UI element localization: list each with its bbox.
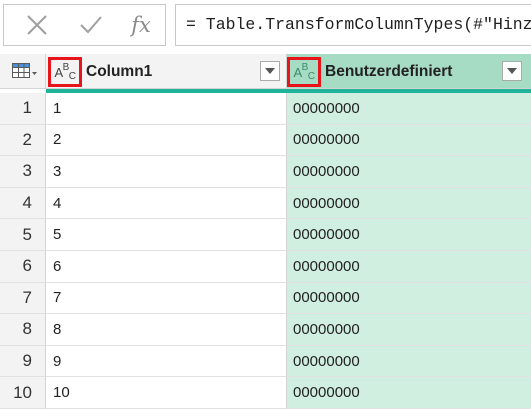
chevron-down-icon [507, 68, 517, 74]
row-number[interactable]: 4 [0, 187, 46, 220]
formula-bar: fx = Table.TransformColumnTypes(#"Hinz [0, 0, 531, 52]
column-name: Benutzerdefiniert [325, 63, 453, 80]
cell-benutzerdefiniert[interactable]: 00000000 [287, 282, 531, 315]
cell-column1[interactable]: 2 [46, 124, 287, 157]
table-row[interactable]: 2 2 00000000 [0, 124, 531, 157]
table-row[interactable]: 7 7 00000000 [0, 282, 531, 315]
cell-benutzerdefiniert[interactable]: 00000000 [287, 187, 531, 220]
chevron-down-icon [265, 68, 275, 74]
row-number[interactable]: 8 [0, 314, 46, 346]
cell-column1[interactable]: 9 [46, 345, 287, 378]
row-number[interactable]: 3 [0, 156, 46, 188]
fx-label: fx [131, 13, 151, 37]
cell-column1[interactable]: 6 [46, 251, 287, 283]
table-row[interactable]: 8 8 00000000 [0, 314, 531, 346]
header-row: ABC Column1 ABC Benutzerdefiniert [0, 54, 531, 93]
cell-column1[interactable]: 10 [46, 377, 287, 409]
row-number[interactable]: 9 [0, 345, 46, 378]
row-number[interactable]: 2 [0, 124, 46, 157]
cell-benutzerdefiniert[interactable]: 00000000 [287, 156, 531, 188]
fx-button[interactable]: fx [116, 5, 166, 45]
cell-benutzerdefiniert[interactable]: 00000000 [287, 377, 531, 409]
formula-input[interactable]: = Table.TransformColumnTypes(#"Hinz [175, 4, 531, 46]
cell-benutzerdefiniert[interactable]: 00000000 [287, 314, 531, 346]
x-icon [27, 15, 47, 35]
cell-column1[interactable]: 3 [46, 156, 287, 188]
cell-column1[interactable]: 1 [46, 93, 287, 125]
table-row[interactable]: 3 3 00000000 [0, 156, 531, 188]
column-name: Column1 [86, 63, 153, 80]
table-row[interactable]: 6 6 00000000 [0, 251, 531, 283]
filter-dropdown-button[interactable] [260, 61, 280, 81]
table-row[interactable]: 9 9 00000000 [0, 345, 531, 378]
column-header-benutzerdefiniert[interactable]: ABC Benutzerdefiniert [287, 54, 531, 89]
formula-bar-buttons: fx [3, 4, 166, 46]
check-icon [80, 16, 102, 34]
cancel-button[interactable] [12, 5, 62, 45]
row-number[interactable]: 6 [0, 251, 46, 283]
text-type-icon[interactable]: ABC [48, 57, 82, 87]
commit-button[interactable] [66, 5, 116, 45]
cell-benutzerdefiniert[interactable]: 00000000 [287, 93, 531, 125]
table-row[interactable]: 1 1 00000000 [0, 93, 531, 125]
row-number[interactable]: 7 [0, 282, 46, 315]
text-type-icon[interactable]: ABC [287, 57, 321, 87]
table-row[interactable]: 5 5 00000000 [0, 219, 531, 251]
cell-benutzerdefiniert[interactable]: 00000000 [287, 345, 531, 378]
row-number[interactable]: 10 [0, 377, 46, 409]
column-header-column1[interactable]: ABC Column1 [46, 54, 287, 89]
cell-benutzerdefiniert[interactable]: 00000000 [287, 124, 531, 157]
cell-benutzerdefiniert[interactable]: 00000000 [287, 251, 531, 283]
filter-dropdown-button[interactable] [502, 61, 522, 81]
table-row[interactable]: 10 10 00000000 [0, 377, 531, 409]
cell-column1[interactable]: 7 [46, 282, 287, 315]
row-number[interactable]: 5 [0, 219, 46, 251]
cell-column1[interactable]: 5 [46, 219, 287, 251]
cell-column1[interactable]: 8 [46, 314, 287, 346]
cell-column1[interactable]: 4 [46, 187, 287, 220]
table-icon [12, 63, 37, 78]
table-row[interactable]: 4 4 00000000 [0, 187, 531, 220]
data-preview-grid: ABC Column1 ABC Benutzerdefiniert 1 1 0000… [0, 54, 531, 409]
cell-benutzerdefiniert[interactable]: 00000000 [287, 219, 531, 251]
row-number[interactable]: 1 [0, 93, 46, 125]
table-menu-button[interactable] [0, 54, 46, 89]
